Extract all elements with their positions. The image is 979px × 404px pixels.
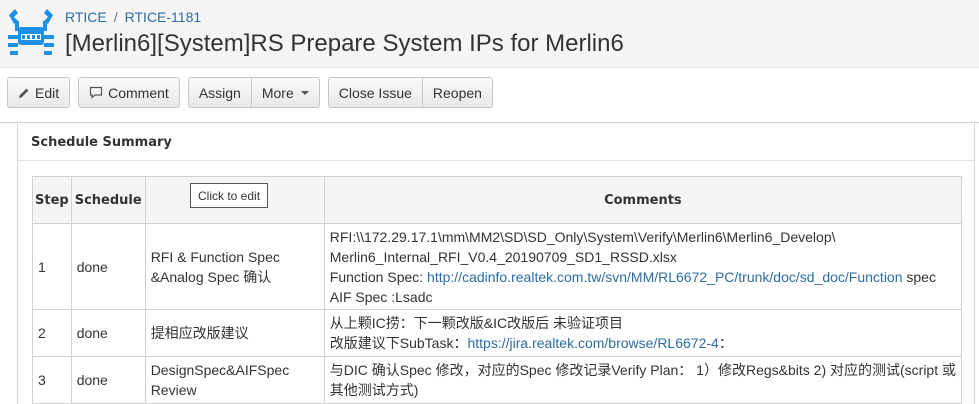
table-row: 2 done 提相应改版建议 从上颗IC捞：下一颗改版&IC改版后 未验证项目 … — [32, 309, 963, 357]
row-schedule[interactable]: done — [70, 223, 146, 310]
row-schedule[interactable]: done — [70, 356, 146, 404]
comment-line: 其他测试方式) — [329, 382, 419, 398]
breadcrumb: RTICE / RTICE-1181 — [65, 9, 201, 25]
row-step[interactable]: 3 — [32, 356, 72, 404]
row-step[interactable]: 1 — [32, 223, 72, 310]
row-schedule[interactable]: done — [70, 309, 146, 357]
column-header-schedule[interactable]: Schedule — [70, 176, 146, 224]
row-description[interactable]: DesignSpec&AIFSpec Review — [144, 356, 325, 404]
column-header-step[interactable]: Step — [32, 176, 72, 224]
schedule-summary-heading: Schedule Summary — [31, 135, 172, 150]
comment-button-label: Comment — [108, 84, 169, 101]
comment-line: Function Spec: http://cadinfo.realtek.co… — [330, 267, 956, 287]
edit-button-label: Edit — [35, 84, 60, 101]
breadcrumb-issue-link[interactable]: RTICE-1181 — [125, 9, 202, 25]
comment-text: ： — [718, 335, 733, 351]
realtek-crab-logo-icon[interactable] — [6, 7, 56, 57]
row-comments[interactable]: RFI:\\172.29.17.1\mm\MM2\SD\SD_Only\Syst… — [323, 223, 963, 310]
schedule-table: Step Schedule Comments 1 done RFI & Func… — [32, 176, 963, 404]
comment-group: Comment — [78, 77, 180, 108]
chevron-down-icon — [300, 90, 309, 95]
comment-line: 与DIC 确认Spec 修改，对应的Spec 修改记录Verify Plan： … — [329, 362, 956, 378]
workflow-group: Close Issue Reopen — [327, 77, 493, 108]
comment-button[interactable]: Comment — [78, 77, 180, 108]
table-row: 1 done RFI & Function Spec &Analog Spec … — [32, 223, 963, 310]
row-step[interactable]: 2 — [32, 309, 72, 357]
reopen-button[interactable]: Reopen — [422, 77, 493, 108]
table-header-row: Step Schedule Comments — [32, 176, 963, 224]
comment-line: Merlin6_Internal_RFI_V0.4_20190709_SD1_R… — [329, 248, 677, 265]
comment-line: 从上颗IC捞：下一颗改版&IC改版后 未验证项目 — [329, 315, 623, 331]
more-button[interactable]: More — [251, 77, 320, 108]
issue-toolbar: Edit Comment Assign More Close Issue Reo… — [7, 77, 501, 108]
comment-text: 改版建议下SubTask： — [329, 335, 468, 351]
table-row: 3 done DesignSpec&AIFSpec Review 与DIC 确认… — [32, 356, 963, 404]
column-header-comments[interactable]: Comments — [323, 176, 963, 224]
page-title: [Merlin6][System]RS Prepare System IPs f… — [65, 30, 624, 57]
comment-line: 改版建议下SubTask：https://jira.realtek.com/br… — [330, 333, 956, 353]
click-to-edit-tooltip: Click to edit — [190, 183, 269, 208]
panel-divider — [18, 160, 974, 161]
row-description[interactable]: RFI & Function Spec &Analog Spec 确认 — [144, 223, 325, 310]
issue-header: RTICE / RTICE-1181 [Merlin6][System]RS P… — [0, 0, 979, 68]
function-spec-link[interactable]: http://cadinfo.realtek.com.tw/svn/MM/RL6… — [427, 269, 902, 285]
breadcrumb-project-link[interactable]: RTICE — [65, 9, 107, 25]
edit-group: Edit — [7, 77, 71, 108]
close-issue-button[interactable]: Close Issue — [327, 77, 423, 108]
edit-button[interactable]: Edit — [7, 77, 71, 108]
comment-line: RFI:\\172.29.17.1\mm\MM2\SD\SD_Only\Syst… — [329, 228, 836, 245]
row-description[interactable]: 提相应改版建议 — [144, 309, 325, 357]
comment-text: spec — [902, 268, 936, 285]
row-comments[interactable]: 与DIC 确认Spec 修改，对应的Spec 修改记录Verify Plan： … — [323, 356, 963, 404]
row-comments[interactable]: 从上颗IC捞：下一颗改版&IC改版后 未验证项目 改版建议下SubTask：ht… — [323, 309, 963, 357]
comment-text: Function Spec: — [329, 268, 428, 285]
subtask-link[interactable]: https://jira.realtek.com/browse/RL6672-4 — [467, 335, 718, 351]
assign-more-group: Assign More — [187, 77, 320, 108]
speech-bubble-icon — [89, 86, 103, 99]
more-button-label: More — [261, 84, 294, 101]
assign-button[interactable]: Assign — [187, 77, 252, 108]
breadcrumb-separator: / — [113, 9, 118, 25]
pencil-icon — [18, 87, 30, 99]
comment-line: AIF Spec :Lsadc — [329, 288, 433, 305]
